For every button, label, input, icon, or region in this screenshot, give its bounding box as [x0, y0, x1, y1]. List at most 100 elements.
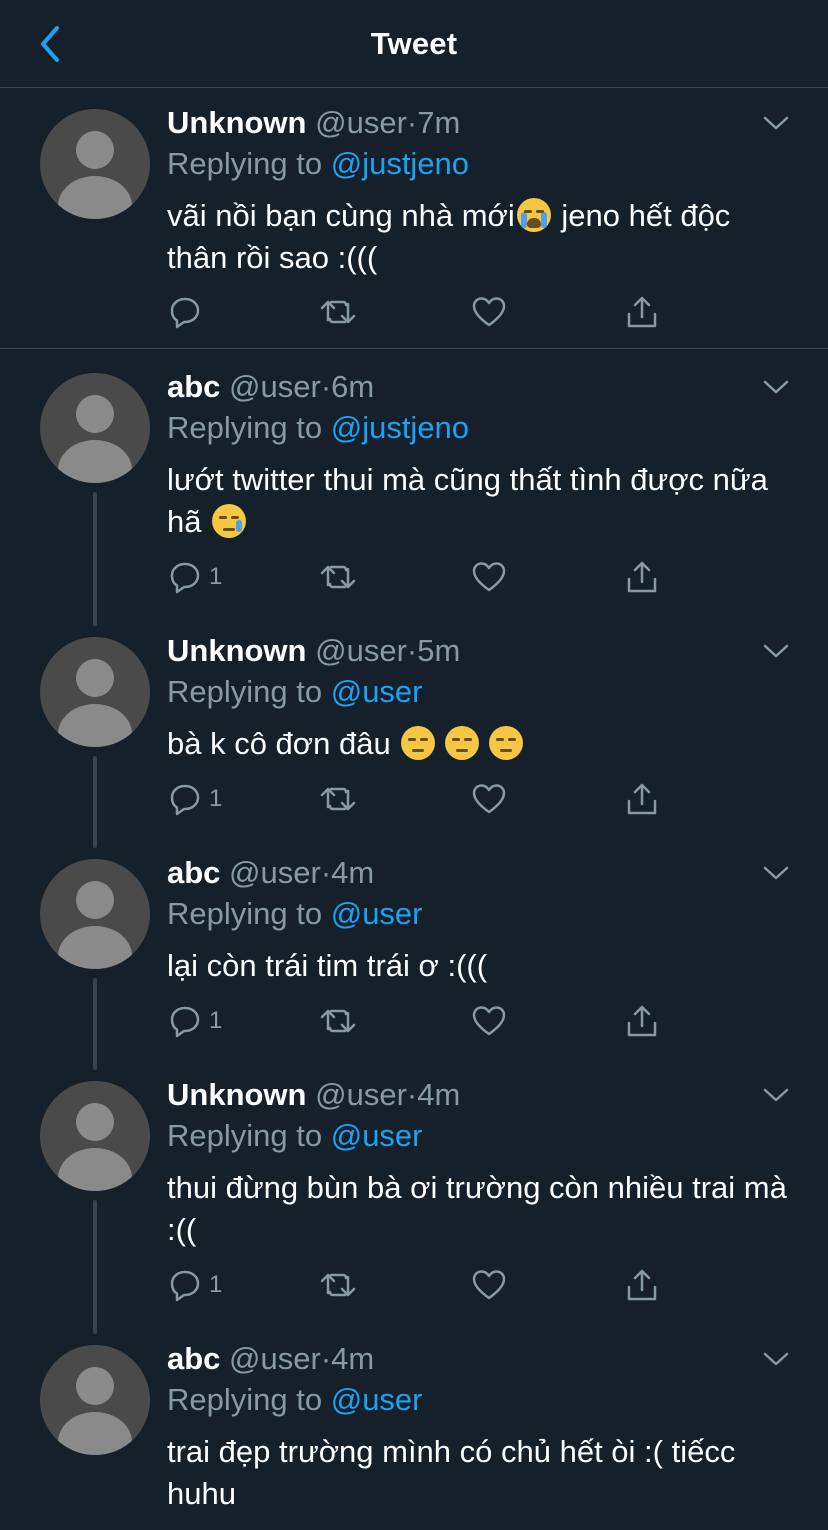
- avatar[interactable]: [40, 373, 150, 483]
- tweet[interactable]: abc @user·4m Replying to @user lại còn t…: [0, 836, 828, 1070]
- top-bar: Tweet: [0, 0, 828, 88]
- heart-icon: [472, 1270, 506, 1300]
- retweet-icon: [320, 1009, 356, 1033]
- like-button[interactable]: [471, 557, 507, 597]
- retweet-icon: [320, 565, 356, 589]
- author-name[interactable]: Unknown: [167, 633, 307, 668]
- heart-icon: [472, 1006, 506, 1036]
- author-name[interactable]: abc: [167, 369, 220, 404]
- heart-icon: [472, 297, 506, 327]
- mention-link[interactable]: @user: [331, 1382, 423, 1417]
- tweet-time: 4m: [417, 1077, 461, 1112]
- author-handle: @user: [229, 369, 321, 404]
- tweet-menu-button[interactable]: [760, 857, 792, 889]
- retweet-button[interactable]: [319, 1265, 357, 1305]
- reply-count: 1: [209, 563, 223, 590]
- reply-button[interactable]: [167, 292, 209, 332]
- tweet-text: vãi nồi bạn cùng nhà mới jeno hết độc th…: [167, 198, 731, 275]
- tweet[interactable]: Unknown @user·4m Replying to @user thui …: [0, 1058, 828, 1334]
- mention-link[interactable]: @justjeno: [331, 410, 469, 445]
- author-name[interactable]: Unknown: [167, 105, 307, 140]
- thread-connector: [93, 1200, 97, 1334]
- reply-count: 1: [209, 1007, 223, 1034]
- tweet[interactable]: abc @user·6m Replying to @justjeno lướt …: [0, 350, 828, 626]
- share-button[interactable]: [624, 292, 660, 332]
- like-button[interactable]: [471, 1001, 507, 1041]
- avatar[interactable]: [40, 1345, 150, 1455]
- author-handle: @user: [315, 1077, 407, 1112]
- chevron-down-icon: [763, 1352, 789, 1366]
- thread-connector: [93, 492, 97, 626]
- pensive-face-emoji: [445, 726, 480, 760]
- reply-count: 1: [209, 1271, 223, 1298]
- retweet-button[interactable]: [319, 779, 357, 819]
- tweet-text: thui đừng bùn bà ơi trường còn nhiều tra…: [167, 1170, 787, 1247]
- separator-dot: ·: [406, 1077, 418, 1112]
- tweet-actions: [167, 292, 687, 332]
- tweet-actions: 1: [167, 1265, 687, 1305]
- tweet-menu-button[interactable]: [760, 1079, 792, 1111]
- tweet-time: 7m: [417, 105, 461, 140]
- mention-link[interactable]: @user: [331, 1118, 423, 1153]
- tweet[interactable]: Unknown @user·7m Replying to @justjeno v…: [0, 89, 828, 349]
- retweet-button[interactable]: [319, 557, 357, 597]
- like-button[interactable]: [471, 779, 507, 819]
- replying-to: Replying to @justjeno: [167, 410, 470, 445]
- share-button[interactable]: [624, 779, 660, 819]
- share-button[interactable]: [624, 557, 660, 597]
- share-icon: [627, 1269, 657, 1301]
- author-handle: @user: [229, 855, 321, 890]
- reply-button[interactable]: 1: [167, 779, 222, 819]
- retweet-button[interactable]: [319, 1001, 357, 1041]
- tweet-menu-button[interactable]: [760, 1343, 792, 1375]
- like-button[interactable]: [471, 292, 507, 332]
- tweet-menu-button[interactable]: [760, 371, 792, 403]
- tweet-menu-button[interactable]: [760, 107, 792, 139]
- share-button[interactable]: [624, 1001, 660, 1041]
- replying-to: Replying to @user: [167, 674, 423, 709]
- share-button[interactable]: [624, 1265, 660, 1305]
- reply-button[interactable]: 1: [167, 1001, 222, 1041]
- reply-button[interactable]: 1: [167, 557, 222, 597]
- author-handle: @user: [315, 633, 407, 668]
- avatar[interactable]: [40, 859, 150, 969]
- author-name[interactable]: abc: [167, 1341, 220, 1376]
- replying-to: Replying to @user: [167, 1382, 423, 1417]
- mention-link[interactable]: @user: [331, 674, 423, 709]
- loudly-crying-face-emoji: [516, 198, 551, 232]
- author-name[interactable]: Unknown: [167, 1077, 307, 1112]
- tweet[interactable]: Unknown @user·5m Replying to @user bà k …: [0, 614, 828, 848]
- heart-icon: [472, 562, 506, 592]
- like-button[interactable]: [471, 1265, 507, 1305]
- face-holding-back-tears-emoji: [212, 504, 247, 538]
- tweet-actions: 1: [167, 1001, 687, 1041]
- author-name[interactable]: abc: [167, 855, 220, 890]
- author-handle: @user: [315, 105, 407, 140]
- author-handle: @user: [229, 1341, 321, 1376]
- chevron-down-icon: [763, 644, 789, 658]
- tweet-menu-button[interactable]: [760, 635, 792, 667]
- reply-icon: [170, 1270, 200, 1302]
- avatar[interactable]: [40, 109, 150, 219]
- tweet[interactable]: abc @user·4m Replying to @user trai đẹp …: [0, 1322, 828, 1530]
- mention-link[interactable]: @justjeno: [331, 146, 469, 181]
- avatar[interactable]: [40, 637, 150, 747]
- replying-to: Replying to @user: [167, 896, 423, 931]
- reply-icon: [170, 562, 200, 594]
- share-icon: [627, 1005, 657, 1037]
- chevron-down-icon: [763, 116, 789, 130]
- tweet-text: bà k cô đơn đâu: [167, 723, 787, 765]
- page-title: Tweet: [370, 26, 458, 61]
- replying-to: Replying to @justjeno: [167, 146, 470, 181]
- avatar[interactable]: [40, 1081, 150, 1191]
- separator-dot: ·: [320, 855, 332, 890]
- mention-link[interactable]: @user: [331, 896, 423, 931]
- reply-icon: [170, 784, 200, 816]
- share-icon: [627, 783, 657, 815]
- retweet-button[interactable]: [319, 292, 357, 332]
- retweet-icon: [320, 787, 356, 811]
- separator-dot: ·: [406, 633, 418, 668]
- tweet-time: 4m: [331, 1341, 375, 1376]
- reply-icon: [170, 1006, 200, 1038]
- reply-button[interactable]: 1: [167, 1265, 222, 1305]
